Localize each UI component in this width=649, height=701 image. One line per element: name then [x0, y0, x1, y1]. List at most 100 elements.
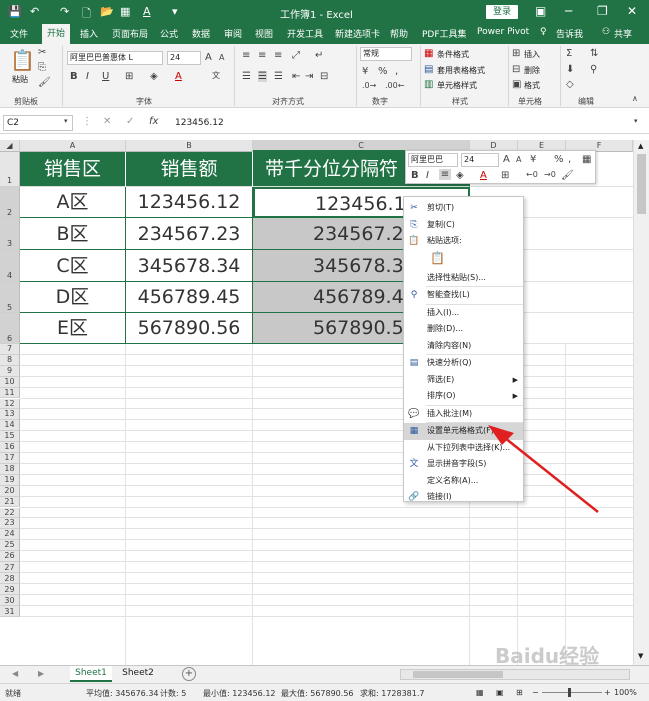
row-header[interactable]: 27	[0, 562, 20, 573]
save-icon[interactable]: 💾	[8, 5, 22, 18]
select-all-corner[interactable]: ◢	[0, 140, 20, 152]
tab-file[interactable]: 文件	[10, 27, 28, 40]
border-icon[interactable]: ⊞	[125, 71, 133, 82]
row-header[interactable]: 19	[0, 474, 20, 486]
sheet-tab-sheet2[interactable]: Sheet2	[117, 666, 159, 682]
new-file-icon[interactable]: 🗋	[82, 5, 91, 24]
sort-filter-icon[interactable]: ⇅	[590, 48, 598, 59]
italic-icon[interactable]: I	[86, 71, 89, 82]
tab-pdf[interactable]: PDF工具集	[422, 27, 467, 40]
share-button[interactable]: 共享	[614, 27, 632, 40]
tab-page-layout[interactable]: 页面布局	[112, 27, 148, 40]
table-header-cell[interactable]: 销售区	[20, 152, 126, 187]
add-sheet-button[interactable]: +	[182, 667, 196, 681]
row-header[interactable]: 14	[0, 420, 20, 432]
comma-style-icon[interactable]: ,	[568, 154, 571, 165]
copy-icon[interactable]: ⎘	[38, 62, 46, 73]
font-size-select[interactable]: 24	[167, 51, 201, 65]
mini-size-select[interactable]: 24	[461, 153, 499, 167]
chart-icon[interactable]: ▦	[120, 5, 130, 18]
row-header[interactable]: 30	[0, 595, 20, 606]
row-header[interactable]: 4	[0, 250, 20, 282]
tab-view[interactable]: 视图	[255, 27, 273, 40]
percent-icon[interactable]: %	[378, 66, 388, 77]
table-cell[interactable]: 567890.56	[126, 313, 253, 344]
context-menu-item[interactable]: 选择性粘贴(S)...	[404, 270, 523, 287]
collapse-ribbon-icon[interactable]: ∧	[632, 94, 638, 103]
row-header[interactable]: 15	[0, 431, 20, 443]
row-header[interactable]: 29	[0, 584, 20, 595]
fill-icon[interactable]: ⬇	[566, 64, 574, 75]
zoom-out-icon[interactable]: −	[532, 688, 539, 697]
formula-input[interactable]: 123456.12	[175, 118, 224, 128]
h-scroll-thumb[interactable]	[413, 671, 503, 678]
orientation-icon[interactable]: ⤢	[292, 50, 300, 61]
fill-color-icon[interactable]: ◈	[456, 170, 464, 181]
increase-decimal-icon[interactable]: ←0	[526, 170, 538, 179]
row-header[interactable]: 8	[0, 354, 20, 366]
align-center-icon[interactable]: ☰	[258, 71, 267, 82]
align-top-icon[interactable]: ≡	[242, 50, 250, 61]
minimize-button[interactable]: ─	[565, 4, 572, 18]
table-cell[interactable]: E区	[20, 313, 126, 344]
column-header[interactable]: B	[126, 140, 253, 152]
comma-style-icon[interactable]: ,	[395, 66, 398, 77]
row-header[interactable]: 25	[0, 540, 20, 552]
row-header[interactable]: 9	[0, 365, 20, 377]
row-header[interactable]: 10	[0, 376, 20, 388]
close-button[interactable]: ✕	[627, 4, 637, 18]
context-menu-item[interactable]: 📋	[404, 250, 523, 270]
ribbon-display-icon[interactable]: ▣	[535, 4, 546, 18]
table-cell[interactable]: D区	[20, 282, 126, 313]
font-color-icon[interactable]: A	[143, 5, 151, 18]
context-menu-item[interactable]: 删除(D)...	[404, 321, 523, 338]
bold-icon[interactable]: B	[70, 71, 78, 82]
find-select-icon[interactable]: ⚲	[590, 64, 597, 75]
expand-formula-icon[interactable]: ▾	[634, 117, 638, 125]
mini-font-select[interactable]: 阿里巴巴	[408, 153, 458, 167]
context-menu-item[interactable]: ⎘ 复制(C)	[404, 217, 523, 234]
format-cells-button[interactable]: 格式	[524, 80, 540, 91]
row-header[interactable]: 16	[0, 442, 20, 453]
tab-insert[interactable]: 插入	[80, 27, 98, 40]
currency-icon[interactable]: ¥	[362, 66, 368, 77]
insert-cells-button[interactable]: 插入	[524, 49, 540, 60]
currency-icon[interactable]: ¥	[530, 154, 536, 165]
page-break-icon[interactable]: ⊞	[516, 688, 523, 697]
align-bottom-icon[interactable]: ≡	[274, 50, 282, 61]
delete-cells-button[interactable]: 删除	[524, 65, 540, 76]
grow-font-icon[interactable]: A	[503, 154, 510, 165]
bold-icon[interactable]: B	[411, 170, 419, 181]
context-menu-item[interactable]: 筛选(E) ▶	[404, 372, 523, 389]
clear-icon[interactable]: ◇	[566, 79, 574, 90]
insert-function-icon[interactable]: fx	[149, 116, 158, 127]
paste-icon[interactable]: 📋	[10, 48, 35, 72]
zoom-in-icon[interactable]: +	[604, 688, 611, 697]
restore-button[interactable]: ❐	[597, 4, 608, 18]
format-as-table-button[interactable]: 套用表格格式	[437, 65, 485, 76]
tab-power-pivot[interactable]: Power Pivot	[477, 27, 529, 37]
row-header[interactable]: 28	[0, 573, 20, 584]
tab-data[interactable]: 数据	[192, 27, 210, 40]
row-header[interactable]: 21	[0, 496, 20, 508]
row-header[interactable]: 6	[0, 313, 20, 344]
autosum-icon[interactable]: Σ	[566, 48, 572, 59]
fill-color-icon[interactable]: ◈	[150, 71, 158, 82]
context-menu-item[interactable]: ⚲ 智能查找(L)	[404, 287, 523, 304]
brush-icon[interactable]: 🖌	[561, 170, 574, 181]
number-format-select[interactable]: 常规	[360, 47, 412, 61]
shrink-font-icon[interactable]: A	[219, 53, 224, 62]
zoom-level[interactable]: 100%	[614, 688, 637, 697]
customize-qat-icon[interactable]: ▾	[172, 5, 178, 18]
increase-decimal-icon[interactable]: .0→	[362, 81, 376, 90]
context-menu-item[interactable]: ▤ 快速分析(Q)	[404, 355, 523, 372]
sheet-tab-sheet1[interactable]: Sheet1	[70, 666, 112, 682]
row-header[interactable]: 18	[0, 463, 20, 475]
table-cell[interactable]: 123456.12	[126, 187, 253, 218]
tab-new[interactable]: 新建选项卡	[335, 27, 380, 40]
row-header[interactable]: 11	[0, 387, 20, 399]
row-header[interactable]: 24	[0, 529, 20, 541]
row-header[interactable]: 2	[0, 187, 20, 218]
paste-label[interactable]: 粘贴	[12, 74, 28, 85]
decrease-indent-icon[interactable]: ⇤	[292, 71, 300, 82]
